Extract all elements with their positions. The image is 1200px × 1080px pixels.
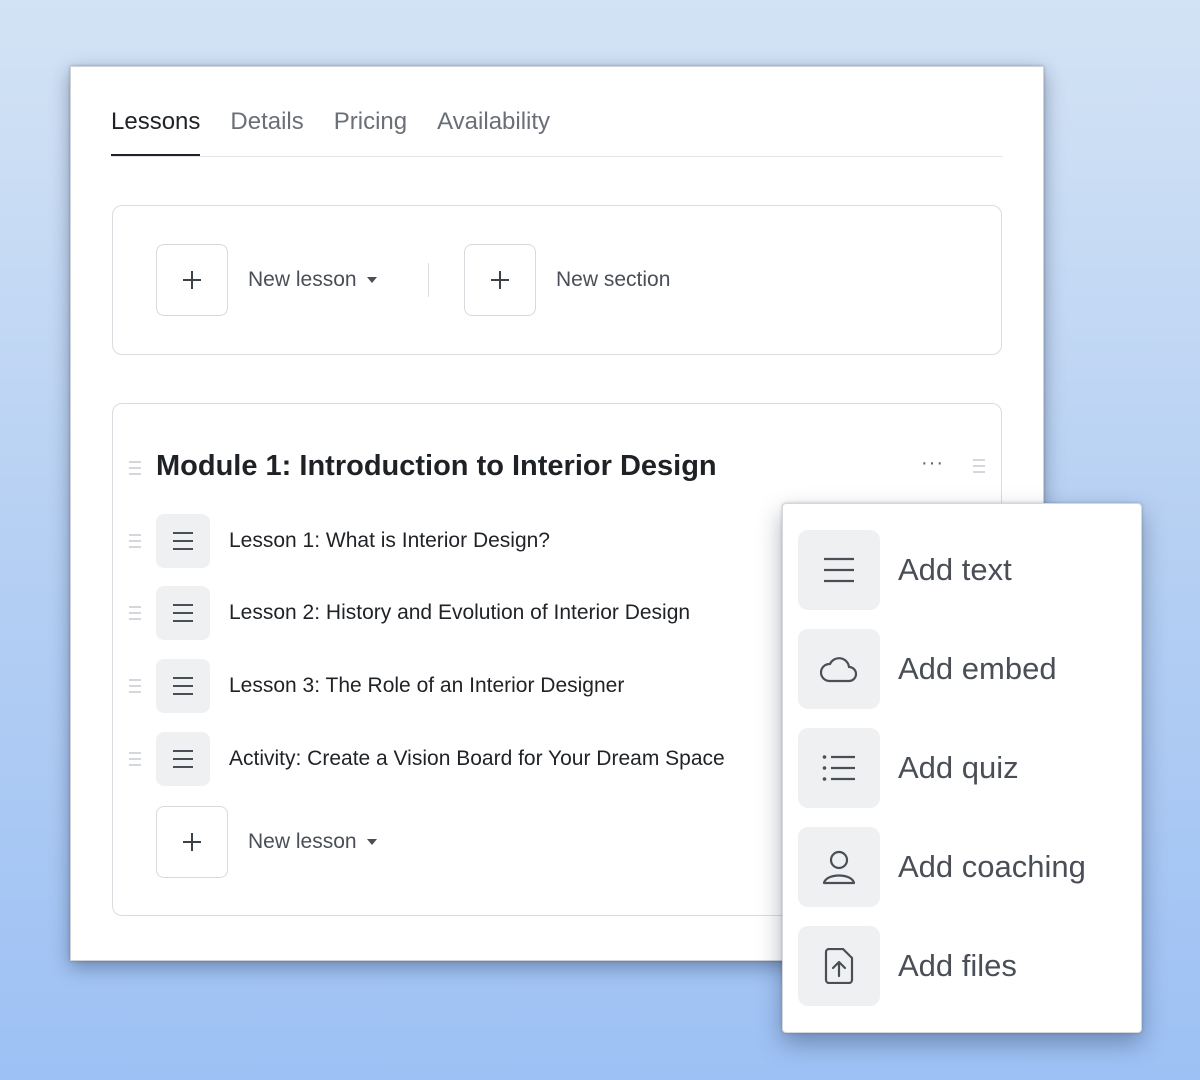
lesson-row[interactable]: Lesson 2: History and Evolution of Inter…	[113, 586, 813, 642]
new-section-button[interactable]: New section	[556, 267, 670, 293]
toolbar-divider	[428, 263, 429, 297]
text-lesson-icon	[156, 659, 210, 713]
new-section-plus-button[interactable]	[464, 244, 536, 316]
plus-icon	[183, 833, 201, 851]
tab-details[interactable]: Details	[230, 107, 303, 155]
list-icon	[798, 728, 880, 808]
plus-icon	[183, 271, 201, 289]
menu-item-add-embed[interactable]: Add embed	[798, 629, 1128, 711]
tab-pricing[interactable]: Pricing	[334, 107, 407, 155]
module-more-options-icon[interactable]: ···	[921, 450, 944, 476]
caret-down-icon	[366, 277, 377, 283]
drag-handle-icon[interactable]	[129, 752, 141, 766]
new-lesson-dropdown[interactable]: New lesson	[248, 267, 377, 293]
add-content-toolbar: New lesson New section	[112, 205, 1002, 355]
drag-handle-icon[interactable]	[129, 606, 141, 620]
menu-item-label: Add embed	[898, 651, 1057, 686]
menu-item-add-text[interactable]: Add text	[798, 530, 1128, 612]
drag-handle-icon[interactable]	[129, 679, 141, 693]
file-upload-icon	[798, 926, 880, 1006]
lesson-row[interactable]: Lesson 3: The Role of an Interior Design…	[113, 659, 813, 715]
new-lesson-label: New lesson	[248, 830, 357, 853]
module-new-lesson-plus-button[interactable]	[156, 806, 228, 878]
lesson-row[interactable]: Activity: Create a Vision Board for Your…	[113, 732, 813, 788]
text-lesson-icon	[156, 732, 210, 786]
module-new-lesson-dropdown[interactable]: New lesson	[248, 829, 377, 855]
menu-item-label: Add text	[898, 552, 1012, 587]
menu-item-label: Add files	[898, 948, 1017, 983]
menu-item-label: Add coaching	[898, 849, 1086, 884]
new-section-label: New section	[556, 268, 671, 291]
add-content-menu: Add text Add embed Add quiz Add coaching	[782, 503, 1142, 1033]
tab-availability[interactable]: Availability	[437, 107, 550, 155]
person-icon	[798, 827, 880, 907]
text-lesson-icon	[156, 514, 210, 568]
text-lesson-icon	[156, 586, 210, 640]
module-title: Module 1: Introduction to Interior Desig…	[156, 450, 717, 482]
tab-lessons[interactable]: Lessons	[111, 107, 201, 156]
lesson-title: Lesson 1: What is Interior Design?	[229, 529, 550, 552]
menu-item-label: Add quiz	[898, 750, 1019, 785]
tab-bar: Lessons Details Pricing Availability	[111, 107, 1003, 157]
menu-item-add-files[interactable]: Add files	[798, 926, 1128, 1008]
new-lesson-label: New lesson	[248, 268, 357, 291]
lesson-title: Activity: Create a Vision Board for Your…	[229, 747, 725, 770]
module-reorder-handle-icon[interactable]	[973, 459, 985, 473]
drag-handle-icon[interactable]	[129, 534, 141, 548]
text-lines-icon	[798, 530, 880, 610]
cloud-icon	[798, 629, 880, 709]
menu-item-add-quiz[interactable]: Add quiz	[798, 728, 1128, 810]
lesson-title: Lesson 3: The Role of an Interior Design…	[229, 674, 625, 697]
module-drag-handle-icon[interactable]	[129, 461, 141, 475]
new-lesson-plus-button[interactable]	[156, 244, 228, 316]
plus-icon	[491, 271, 509, 289]
lesson-title: Lesson 2: History and Evolution of Inter…	[229, 601, 691, 624]
menu-item-add-coaching[interactable]: Add coaching	[798, 827, 1128, 909]
caret-down-icon	[366, 839, 377, 845]
lesson-row[interactable]: Lesson 1: What is Interior Design?	[113, 514, 813, 570]
